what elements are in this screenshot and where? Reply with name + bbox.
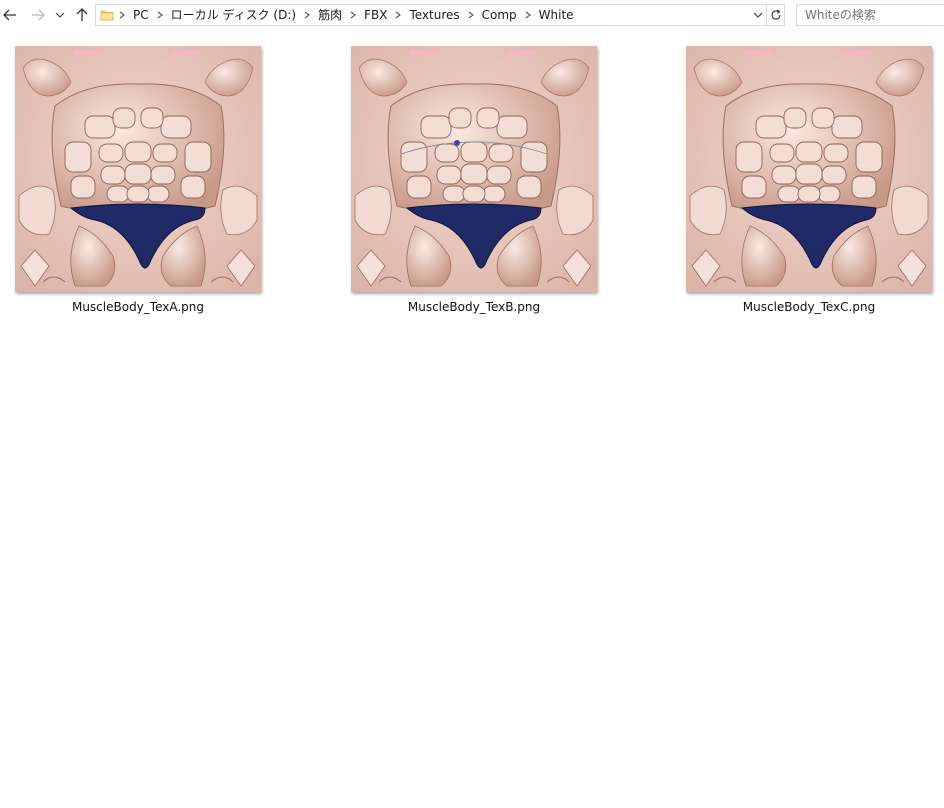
arrow-left-icon <box>3 9 16 21</box>
breadcrumb-item-white[interactable]: White <box>536 5 577 25</box>
file-name: MuscleBody_TexB.png <box>407 300 541 314</box>
texture-thumbnail <box>686 46 932 292</box>
folder-icon <box>100 8 114 22</box>
chevron-down-icon <box>55 12 65 18</box>
chevron-right-icon[interactable] <box>520 5 536 25</box>
file-name: MuscleBody_TexC.png <box>742 300 876 314</box>
breadcrumb: PC ローカル ディスク (D:) 筋肉 FBX Textures Comp W… <box>114 5 577 25</box>
chevron-right-icon[interactable] <box>299 5 315 25</box>
breadcrumb-item-kinniku[interactable]: 筋肉 <box>315 5 345 25</box>
arrow-up-icon <box>76 8 88 21</box>
chevron-right-icon[interactable] <box>114 5 130 25</box>
arrow-right-icon <box>32 9 45 21</box>
chevron-right-icon[interactable] <box>345 5 361 25</box>
search-input[interactable] <box>796 4 944 26</box>
address-dropdown-button[interactable] <box>750 5 766 25</box>
address-toolbar: PC ローカル ディスク (D:) 筋肉 FBX Textures Comp W… <box>0 0 944 30</box>
refresh-icon <box>770 9 781 20</box>
file-item[interactable]: MuscleBody_TexA.png <box>13 46 263 324</box>
recent-locations-button[interactable] <box>52 5 68 25</box>
texture-thumbnail <box>15 46 261 292</box>
up-button[interactable] <box>72 5 92 25</box>
chevron-right-icon[interactable] <box>463 5 479 25</box>
forward-button[interactable] <box>28 5 48 25</box>
file-item[interactable]: MuscleBody_TexB.png <box>349 46 599 324</box>
file-name: MuscleBody_TexA.png <box>71 300 205 314</box>
file-grid: MuscleBody_TexA.png MuscleBody_TexB.png … <box>0 30 944 808</box>
breadcrumb-item-textures[interactable]: Textures <box>406 5 462 25</box>
texture-thumbnail <box>351 46 597 292</box>
back-button[interactable] <box>0 5 20 25</box>
file-item[interactable]: MuscleBody_TexC.png <box>684 46 934 324</box>
chevron-right-icon[interactable] <box>390 5 406 25</box>
breadcrumb-item-fbx[interactable]: FBX <box>361 5 390 25</box>
breadcrumb-item-comp[interactable]: Comp <box>479 5 520 25</box>
chevron-right-icon[interactable] <box>152 5 168 25</box>
address-bar[interactable]: PC ローカル ディスク (D:) 筋肉 FBX Textures Comp W… <box>95 4 767 26</box>
breadcrumb-item-local-disk[interactable]: ローカル ディスク (D:) <box>168 5 299 25</box>
refresh-button[interactable] <box>767 4 785 26</box>
breadcrumb-item-pc[interactable]: PC <box>130 5 152 25</box>
chevron-down-icon <box>753 12 763 18</box>
